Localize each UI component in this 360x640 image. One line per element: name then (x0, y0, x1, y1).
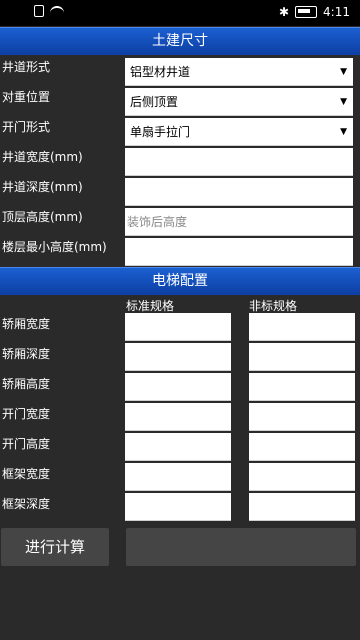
frame-width-nonstandard-field[interactable] (249, 463, 355, 491)
door-type-select[interactable]: 单扇手拉门 ▼ (125, 118, 353, 146)
dropdown-arrow-icon: ▼ (340, 127, 347, 137)
calculate-button[interactable]: 进行计算 (1, 528, 109, 566)
shaft-depth-input[interactable] (125, 178, 353, 206)
min-floor-height-label: 楼层最小高度(mm) (2, 240, 107, 254)
door-type-label: 开门形式 (2, 120, 51, 134)
car-height-label: 轿厢高度 (2, 377, 51, 391)
counterweight-select[interactable]: 后侧顶置 ▼ (125, 88, 353, 116)
shaft-type-value: 铝型材井道 (130, 65, 191, 79)
car-width-standard-field[interactable] (125, 313, 231, 341)
door-height-standard-field[interactable] (125, 433, 231, 461)
car-height-nonstandard-field[interactable] (249, 373, 355, 401)
status-icons-left (34, 5, 64, 17)
shaft-depth-label: 井道深度(mm) (2, 180, 83, 194)
dropdown-arrow-icon: ▼ (340, 67, 347, 77)
shaft-width-input[interactable] (125, 148, 353, 176)
car-width-label: 轿厢宽度 (2, 317, 51, 331)
shaft-width-label: 井道宽度(mm) (2, 150, 83, 164)
car-depth-nonstandard-field[interactable] (249, 343, 355, 371)
wifi-icon (50, 6, 64, 16)
car-height-standard-field[interactable] (125, 373, 231, 401)
counterweight-value: 后侧顶置 (130, 95, 179, 109)
elevator-section-header: 电梯配置 (0, 267, 360, 295)
frame-depth-nonstandard-field[interactable] (249, 493, 355, 521)
door-width-nonstandard-field[interactable] (249, 403, 355, 431)
status-time: 4:11 (323, 5, 350, 19)
dropdown-arrow-icon: ▼ (340, 97, 347, 107)
door-height-label: 开门高度 (2, 437, 51, 451)
frame-depth-standard-field[interactable] (125, 493, 231, 521)
min-floor-height-input[interactable] (125, 238, 353, 266)
standard-column-header: 标准规格 (126, 299, 175, 313)
car-width-nonstandard-field[interactable] (249, 313, 355, 341)
civil-section-header: 土建尺寸 (0, 27, 360, 55)
car-depth-label: 轿厢深度 (2, 347, 51, 361)
status-icons-right: ✱ 4:11 (279, 5, 350, 19)
top-height-label: 顶层高度(mm) (2, 210, 83, 224)
shaft-type-select[interactable]: 铝型材井道 ▼ (125, 58, 353, 86)
frame-depth-label: 框架深度 (2, 497, 51, 511)
frame-width-label: 框架宽度 (2, 467, 51, 481)
frame-width-standard-field[interactable] (125, 463, 231, 491)
status-bar: ✱ 4:11 (0, 0, 360, 26)
notification-icon (34, 5, 44, 17)
door-type-value: 单扇手拉门 (130, 125, 191, 139)
top-height-input[interactable]: 装饰后高度 (125, 208, 353, 236)
nonstandard-column-header: 非标规格 (249, 299, 298, 313)
car-depth-standard-field[interactable] (125, 343, 231, 371)
door-width-label: 开门宽度 (2, 407, 51, 421)
bluetooth-icon: ✱ (278, 5, 290, 19)
door-height-nonstandard-field[interactable] (249, 433, 355, 461)
battery-icon (295, 6, 318, 18)
counterweight-label: 对重位置 (2, 90, 51, 104)
door-width-standard-field[interactable] (125, 403, 231, 431)
shaft-type-label: 井道形式 (2, 60, 51, 74)
result-display (126, 528, 356, 566)
